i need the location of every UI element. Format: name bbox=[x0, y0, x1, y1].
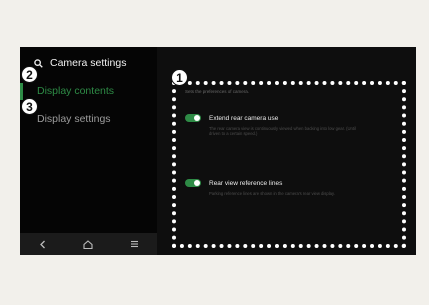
callout-3: 3 bbox=[21, 98, 38, 115]
settings-content-panel: Sets the preferences of camera. Extend r… bbox=[157, 47, 416, 255]
menu-button[interactable] bbox=[124, 234, 144, 254]
search-icon[interactable] bbox=[34, 58, 43, 68]
callout-1: 1 bbox=[171, 69, 188, 86]
back-button[interactable] bbox=[33, 234, 53, 254]
menu-icon bbox=[130, 240, 138, 248]
sidebar-item-display-settings[interactable]: Display settings bbox=[37, 113, 111, 125]
page-title: Camera settings bbox=[50, 57, 127, 69]
back-icon bbox=[39, 240, 45, 248]
home-icon bbox=[83, 239, 94, 249]
home-button[interactable] bbox=[78, 234, 98, 254]
settings-sidebar: Camera settings Display contents Display… bbox=[20, 47, 157, 255]
infotainment-screen: Camera settings Display contents Display… bbox=[20, 47, 416, 255]
sidebar-item-display-contents[interactable]: Display contents bbox=[37, 85, 114, 97]
highlight-box bbox=[172, 81, 406, 248]
page-header: Camera settings bbox=[34, 55, 164, 71]
callout-2: 2 bbox=[21, 66, 38, 83]
active-indicator bbox=[20, 83, 23, 100]
bottom-nav-bar bbox=[20, 233, 157, 255]
